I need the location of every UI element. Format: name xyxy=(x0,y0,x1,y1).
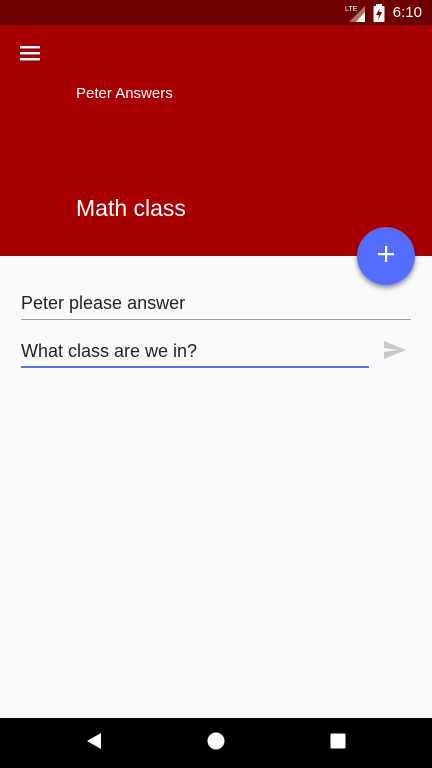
app-bar: Peter Answers Math class xyxy=(0,25,432,256)
recents-button[interactable] xyxy=(308,718,368,768)
back-triangle-icon xyxy=(86,732,102,755)
hamburger-menu-icon xyxy=(19,44,41,67)
petition-field[interactable] xyxy=(21,292,411,320)
send-button[interactable] xyxy=(380,340,410,364)
battery-charging-icon xyxy=(373,3,385,22)
plus-icon xyxy=(376,244,396,269)
page-heading: Math class xyxy=(76,195,186,221)
recents-square-icon xyxy=(330,733,346,754)
content-area xyxy=(0,256,432,718)
status-time: 6:10 xyxy=(392,4,422,21)
status-bar: LTE 6:10 xyxy=(0,0,432,25)
navigation-bar xyxy=(0,718,432,768)
send-icon xyxy=(383,340,407,365)
question-field[interactable] xyxy=(21,340,369,368)
home-circle-icon xyxy=(207,732,225,755)
signal-lte-icon: LTE xyxy=(345,4,365,22)
back-button[interactable] xyxy=(64,718,124,768)
app-title: Peter Answers xyxy=(76,85,173,102)
menu-button[interactable] xyxy=(10,39,50,71)
home-button[interactable] xyxy=(186,718,246,768)
add-fab-button[interactable] xyxy=(357,227,415,285)
svg-text:LTE: LTE xyxy=(345,6,358,13)
